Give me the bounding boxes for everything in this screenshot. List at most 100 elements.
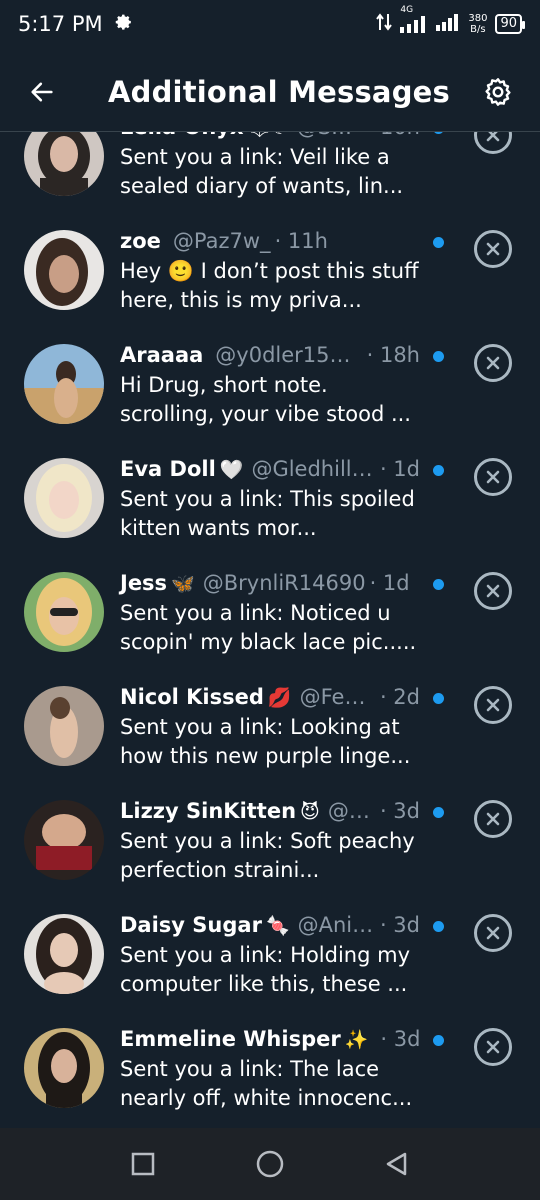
avatar[interactable] bbox=[24, 686, 104, 766]
net-rate-unit: B/s bbox=[470, 24, 486, 35]
message-header: zoe @Paz7w_ · 11h bbox=[120, 226, 420, 256]
message-text: Leila Onyx 🕸☾ @Swi... · 10h Sent you a l… bbox=[120, 132, 420, 201]
message-row[interactable]: zoe @Paz7w_ · 11h Hey 🙂 I don’t post thi… bbox=[0, 220, 540, 334]
sender-name: Emmeline Whisper bbox=[120, 1027, 341, 1051]
battery-level: 90 bbox=[500, 16, 517, 31]
unread-dot bbox=[433, 132, 444, 134]
message-header: Eva Doll 🤍 @GledhillV... · 1d bbox=[120, 454, 420, 484]
unread-dot bbox=[433, 351, 444, 362]
message-header: Lizzy SinKitten 😈 @n... · 3d bbox=[120, 796, 420, 826]
dismiss-button[interactable] bbox=[474, 458, 512, 496]
message-list-inner: Leila Onyx 🕸☾ @Swi... · 10h Sent you a l… bbox=[0, 132, 540, 1128]
sender-handle: @Anic... bbox=[297, 913, 376, 937]
sender-emoji: ✨ bbox=[344, 1029, 369, 1051]
message-row[interactable]: Lizzy SinKitten 😈 @n... · 3d Sent you a … bbox=[0, 790, 540, 904]
settings-button[interactable] bbox=[476, 70, 520, 114]
message-text: Jess 🦋 @BrynliR14690 · 1d Sent you a lin… bbox=[120, 568, 420, 657]
message-row[interactable]: Emmeline Whisper ✨ .. · 3d Sent you a li… bbox=[0, 1018, 540, 1128]
close-icon bbox=[486, 812, 500, 826]
net-rate-value: 380 bbox=[468, 13, 488, 24]
message-time: · 1d bbox=[369, 571, 410, 595]
sender-emoji: 🍬 bbox=[265, 915, 290, 937]
avatar[interactable] bbox=[24, 914, 104, 994]
square-icon bbox=[132, 1152, 155, 1176]
message-text: Eva Doll 🤍 @GledhillV... · 1d Sent you a… bbox=[120, 454, 420, 543]
close-icon bbox=[486, 470, 500, 484]
avatar[interactable] bbox=[24, 132, 104, 196]
avatar[interactable] bbox=[24, 230, 104, 310]
sender-name: Jess bbox=[120, 571, 168, 595]
unread-dot bbox=[433, 693, 444, 704]
circle-icon bbox=[256, 1150, 284, 1178]
status-time: 5:17 PM bbox=[18, 12, 103, 36]
page-title: Additional Messages bbox=[108, 75, 450, 109]
dismiss-button[interactable] bbox=[474, 344, 512, 382]
dismiss-button[interactable] bbox=[474, 800, 512, 838]
sender-name: Eva Doll bbox=[120, 457, 216, 481]
dismiss-button[interactable] bbox=[474, 686, 512, 724]
message-header: Leila Onyx 🕸☾ @Swi... · 10h bbox=[120, 132, 420, 142]
arrow-left-icon bbox=[31, 82, 53, 102]
avatar[interactable] bbox=[24, 344, 104, 424]
message-header: Emmeline Whisper ✨ .. · 3d bbox=[120, 1024, 420, 1054]
sender-handle: @Paz7w_ bbox=[172, 229, 271, 253]
data-transfer-icon bbox=[376, 12, 393, 36]
close-icon bbox=[486, 1040, 500, 1054]
system-back-button[interactable] bbox=[377, 1144, 417, 1184]
message-row[interactable]: Nicol Kissed 💋 @Fed... · 2d Sent you a l… bbox=[0, 676, 540, 790]
triangle-back-icon bbox=[386, 1152, 406, 1176]
sender-emoji: 😈 bbox=[300, 801, 320, 823]
dismiss-button[interactable] bbox=[474, 572, 512, 610]
message-list[interactable]: Leila Onyx 🕸☾ @Swi... · 10h Sent you a l… bbox=[0, 132, 540, 1128]
avatar[interactable] bbox=[24, 800, 104, 880]
message-text: Emmeline Whisper ✨ .. · 3d Sent you a li… bbox=[120, 1024, 420, 1113]
message-preview: Sent you a link: The lace nearly off, wh… bbox=[120, 1057, 413, 1110]
sender-emoji: 💋 bbox=[267, 687, 292, 709]
sender-handle: @y0dler15539 bbox=[215, 343, 363, 367]
home-button[interactable] bbox=[250, 1144, 290, 1184]
message-row[interactable]: Eva Doll 🤍 @GledhillV... · 1d Sent you a… bbox=[0, 448, 540, 562]
message-row[interactable]: Jess 🦋 @BrynliR14690 · 1d Sent you a lin… bbox=[0, 562, 540, 676]
back-button[interactable] bbox=[20, 70, 64, 114]
avatar[interactable] bbox=[24, 1028, 104, 1108]
sender-name: zoe bbox=[120, 229, 161, 253]
message-preview: Sent you a link: Noticed u scopin' my bl… bbox=[120, 601, 417, 654]
sender-handle: @Fed... bbox=[299, 685, 376, 709]
dismiss-button[interactable] bbox=[474, 914, 512, 952]
message-row[interactable]: Daisy Sugar 🍬 @Anic... · 3d Sent you a l… bbox=[0, 904, 540, 1018]
dismiss-button[interactable] bbox=[474, 1028, 512, 1066]
message-time: · 3d bbox=[380, 1027, 421, 1051]
avatar[interactable] bbox=[24, 572, 104, 652]
sender-handle: @Swi... bbox=[297, 132, 363, 142]
message-text: Nicol Kissed 💋 @Fed... · 2d Sent you a l… bbox=[120, 682, 420, 771]
sender-name: Araaaa bbox=[120, 343, 204, 367]
message-text: Daisy Sugar 🍬 @Anic... · 3d Sent you a l… bbox=[120, 910, 420, 999]
close-icon bbox=[486, 242, 500, 256]
network-type-label: 4G bbox=[400, 5, 414, 15]
message-text: Araaaa @y0dler15539 · 18h Hi Drug, short… bbox=[120, 340, 420, 429]
message-header: Araaaa @y0dler15539 · 18h bbox=[120, 340, 420, 370]
close-icon bbox=[486, 926, 500, 940]
message-header: Jess 🦋 @BrynliR14690 · 1d bbox=[120, 568, 420, 598]
close-icon bbox=[486, 132, 500, 142]
system-nav-bar bbox=[0, 1128, 540, 1200]
message-time: · 3d bbox=[379, 799, 420, 823]
unread-dot bbox=[433, 921, 444, 932]
message-header: Nicol Kissed 💋 @Fed... · 2d bbox=[120, 682, 420, 712]
screen: 5:17 PM 4G 380 B/s 90 Additional Message… bbox=[0, 0, 540, 1200]
unread-dot bbox=[433, 1035, 444, 1046]
dismiss-button[interactable] bbox=[474, 230, 512, 268]
unread-dot bbox=[433, 237, 444, 248]
message-row[interactable]: Araaaa @y0dler15539 · 18h Hi Drug, short… bbox=[0, 334, 540, 448]
sender-name: Daisy Sugar bbox=[120, 913, 262, 937]
recents-button[interactable] bbox=[123, 1144, 163, 1184]
app-header: Additional Messages bbox=[0, 52, 540, 132]
message-row[interactable]: Leila Onyx 🕸☾ @Swi... · 10h Sent you a l… bbox=[0, 132, 540, 220]
dismiss-button[interactable] bbox=[474, 132, 512, 154]
sender-name: Nicol Kissed bbox=[120, 685, 264, 709]
message-text: Lizzy SinKitten 😈 @n... · 3d Sent you a … bbox=[120, 796, 420, 885]
avatar[interactable] bbox=[24, 458, 104, 538]
sender-name: Lizzy SinKitten bbox=[120, 799, 297, 823]
signal-icon bbox=[436, 13, 460, 35]
message-preview: Hi Drug, short note. scrolling, your vib… bbox=[120, 373, 411, 426]
